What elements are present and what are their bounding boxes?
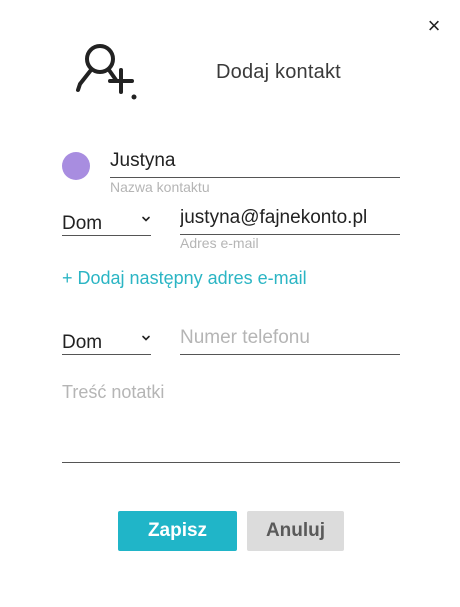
save-button[interactable]: Zapisz <box>118 511 237 551</box>
add-contact-dialog: × Dodaj kontakt Nazwa kontaktu Dom Adres… <box>0 0 460 607</box>
email-type-select[interactable]: Dom <box>62 209 151 236</box>
chevron-down-icon <box>142 335 150 341</box>
phone-type-label: Dom <box>62 332 103 353</box>
phone-input[interactable] <box>180 327 400 349</box>
contact-name-field[interactable] <box>110 150 400 178</box>
note-textarea[interactable] <box>62 382 400 456</box>
user-add-icon <box>76 44 137 100</box>
email-type-label: Dom <box>62 213 103 234</box>
email-hint: Adres e-mail <box>180 235 259 251</box>
contact-name-hint: Nazwa kontaktu <box>110 179 210 195</box>
phone-type-select[interactable]: Dom <box>62 328 151 355</box>
email-field[interactable] <box>180 207 400 235</box>
email-input[interactable] <box>180 207 400 229</box>
phone-field[interactable] <box>180 327 400 355</box>
avatar[interactable] <box>62 152 90 180</box>
contact-name-input[interactable] <box>110 150 400 172</box>
cancel-button[interactable]: Anuluj <box>247 511 344 551</box>
dialog-title: Dodaj kontakt <box>216 61 341 83</box>
close-icon: × <box>427 13 441 38</box>
add-another-email-link[interactable]: + Dodaj następny adres e-mail <box>62 268 307 289</box>
chevron-down-icon <box>142 216 150 222</box>
close-button[interactable]: × <box>424 15 444 37</box>
note-field[interactable] <box>62 382 400 463</box>
